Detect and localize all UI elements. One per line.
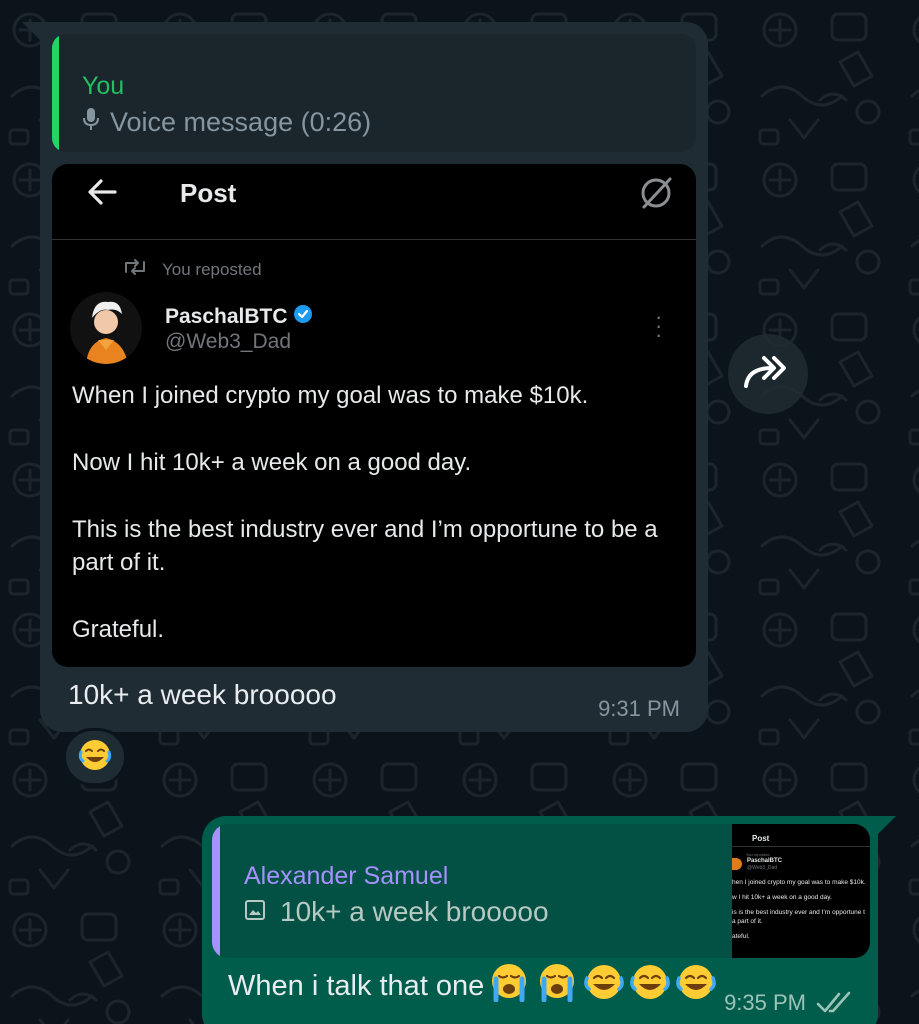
quoted-reply[interactable]: Alexander Samuel 10k+ a week brooooo Pos… xyxy=(212,824,870,958)
thumb-line: hen I joined crypto my goal was to make … xyxy=(732,879,866,886)
bubble-tail xyxy=(22,22,40,40)
post-paragraph: Grateful. xyxy=(72,616,165,643)
forward-button[interactable] xyxy=(728,334,808,414)
thumb-body: hen I joined crypto my goal was to make … xyxy=(732,878,870,947)
thumb-line: ateful. xyxy=(732,933,750,940)
post-paragraph: When I joined crypto my goal was to make… xyxy=(72,382,589,409)
laughing-crying-emoji-icon xyxy=(628,962,674,1010)
message-emojis xyxy=(486,962,720,1010)
quote-image-reference: 10k+ a week brooooo xyxy=(244,896,549,928)
thumb-line: a part of it. xyxy=(732,918,763,925)
message-time: 9:31 PM xyxy=(598,696,680,721)
incoming-message-bubble[interactable]: You Voice message (0:26) Post You repost… xyxy=(22,22,708,732)
thumb-line: is is the best industry ever and I’m opp… xyxy=(732,909,865,916)
post-body: When I joined crypto my goal was to make… xyxy=(72,379,682,667)
quote-voice-message: Voice message (0:26) xyxy=(82,107,371,138)
message-time: 9:35 PM xyxy=(724,990,806,1015)
verified-badge-icon xyxy=(288,304,313,330)
thumb-handle: @Web3_Dad xyxy=(747,865,777,871)
post-screenshot-image[interactable]: Post You reposted PaschalBTC @Web3_Dad ·… xyxy=(52,164,696,667)
quote-accent-bar xyxy=(212,824,220,958)
message-caption: 10k+ a week brooooo xyxy=(68,679,337,710)
message-text-content: When i talk that one xyxy=(228,969,485,1002)
microphone-icon xyxy=(82,107,110,138)
author-name: PaschalBTC xyxy=(165,304,313,330)
author-name-text: PaschalBTC xyxy=(165,305,288,328)
post-title: Post xyxy=(180,178,237,208)
arrow-left-icon xyxy=(85,175,119,214)
author-handle: @Web3_Dad xyxy=(165,330,291,353)
more-vertical-icon: · · · xyxy=(655,304,663,347)
quote-text: 10k+ a week brooooo xyxy=(280,896,549,927)
laughing-crying-emoji-icon xyxy=(78,738,112,777)
message-reaction[interactable] xyxy=(63,728,127,786)
quote-author: You xyxy=(82,72,125,100)
laughing-crying-emoji-icon xyxy=(674,962,720,1010)
voice-message-label: Voice message (0:26) xyxy=(110,107,372,137)
laughing-crying-emoji-icon xyxy=(582,962,628,1010)
loudly-crying-emoji-icon xyxy=(486,962,534,1010)
repost-icon xyxy=(122,258,162,281)
post-paragraph: This is the best industry ever and I’m o… xyxy=(72,516,658,576)
thumb-line: w I hit 10k+ a week on a good day. xyxy=(732,894,832,901)
image-icon xyxy=(244,896,280,928)
repost-label: You reposted xyxy=(162,259,262,279)
quoted-reply[interactable]: You Voice message (0:26) xyxy=(52,34,696,152)
thumb-avatar xyxy=(732,858,742,870)
loudly-crying-emoji-icon xyxy=(534,962,582,1010)
message-text: When i talk that one xyxy=(228,962,720,1010)
quote-author: Alexander Samuel xyxy=(244,862,449,890)
post-paragraph: Now I hit 10k+ a week on a good day. xyxy=(72,449,472,476)
post-header: Post xyxy=(52,164,696,240)
double-check-icon xyxy=(816,990,856,1021)
avatar xyxy=(70,292,142,364)
forward-icon xyxy=(742,352,794,397)
quote-thumbnail: Post You reposted PaschalBTC @Web3_Dad h… xyxy=(732,824,870,958)
thumb-title: Post xyxy=(752,834,770,843)
thumb-divider xyxy=(732,846,870,847)
outgoing-message-bubble[interactable]: Alexander Samuel 10k+ a week brooooo Pos… xyxy=(202,816,896,1024)
grok-icon xyxy=(636,173,676,218)
bubble-tail xyxy=(878,816,896,834)
repost-indicator: You reposted xyxy=(122,258,262,281)
quote-accent-bar xyxy=(52,34,59,152)
